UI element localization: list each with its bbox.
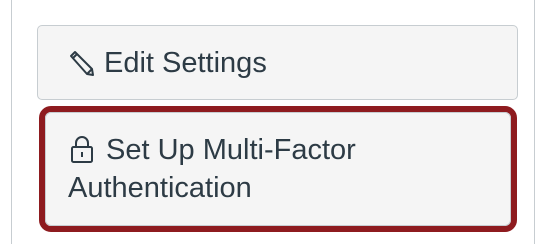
setup-mfa-label-line1: Set Up Multi-Factor bbox=[106, 134, 356, 166]
edit-settings-button[interactable]: Edit Settings bbox=[37, 25, 518, 100]
edit-settings-label: Edit Settings bbox=[104, 46, 267, 79]
lock-icon bbox=[68, 134, 96, 166]
pencil-icon bbox=[66, 48, 96, 78]
setup-mfa-button[interactable]: Set Up Multi-Factor Authentication bbox=[45, 112, 511, 226]
setup-mfa-label-line2: Authentication bbox=[68, 172, 252, 204]
